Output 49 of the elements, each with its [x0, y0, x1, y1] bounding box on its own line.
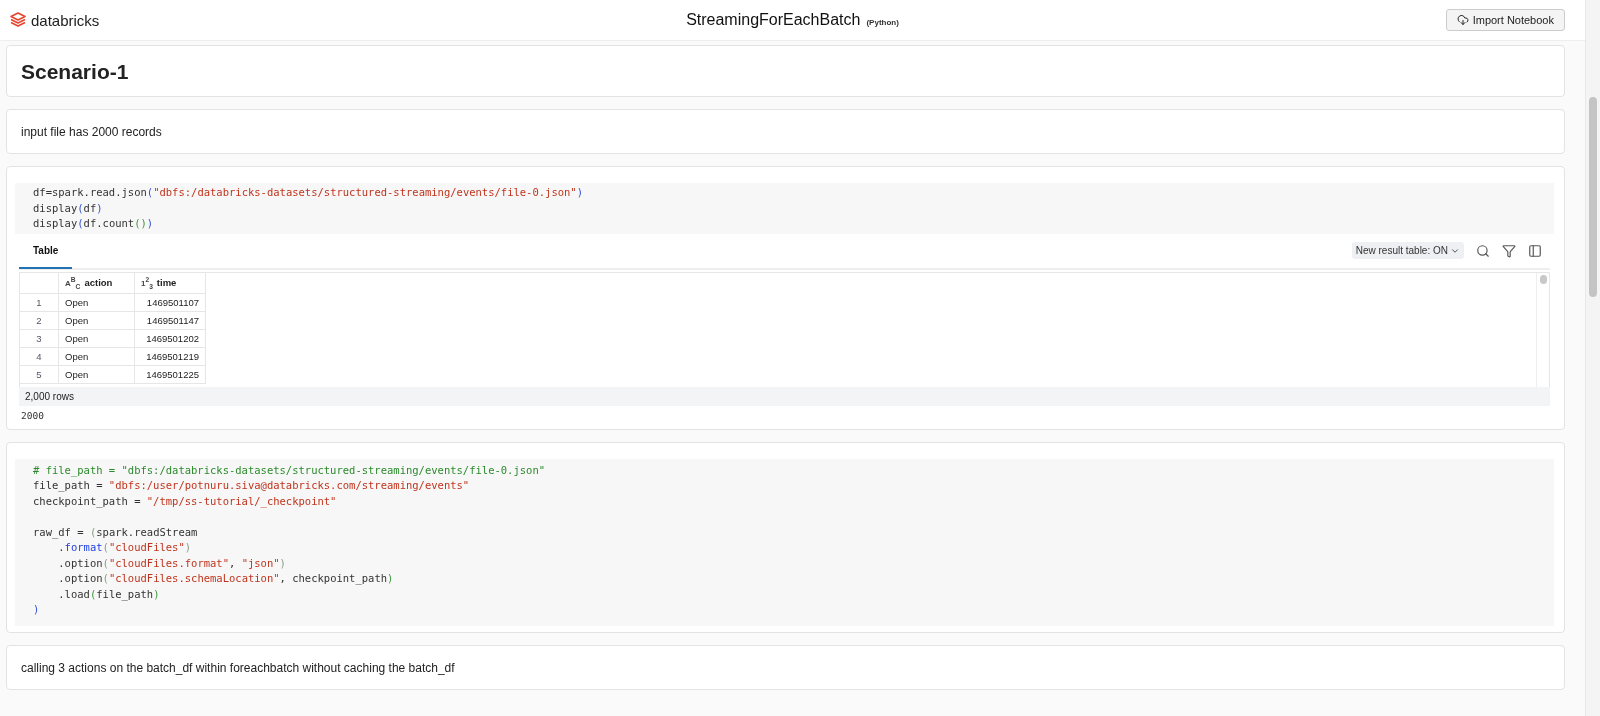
code-line: ): [32, 602, 41, 617]
panel-icon[interactable]: [1528, 243, 1542, 258]
notebook-title: StreamingForEachBatch: [686, 11, 861, 29]
result-table-toggle[interactable]: New result table: ON: [1351, 242, 1464, 259]
column-name: action: [84, 276, 113, 288]
code-line: raw_df = (spark.readStream: [32, 524, 199, 540]
cloud-download-icon: [1456, 14, 1469, 26]
column-header[interactable]: A$^{B}$$_{C}$ action: [58, 272, 135, 293]
cell-text: calling 3 actions on the batch_df within foreachbatch without caching the batch_df: [20, 659, 456, 677]
code-line: df=spark.read.json("dbfs:/databricks-datasets/structured-streaming/events/file-0.json"): [32, 185, 584, 200]
code-line: .format("cloudFiles"): [57, 540, 193, 555]
row-number: 4: [20, 347, 59, 365]
result-value: 2000: [20, 408, 45, 423]
scrollbar-thumb[interactable]: [1589, 97, 1597, 297]
row-number: 1: [20, 293, 59, 311]
code-line: display(df): [32, 200, 104, 216]
table-cell: Open: [58, 329, 135, 347]
code-line: display(df.count()): [32, 216, 155, 231]
import-notebook-button[interactable]: Import Notebook: [1445, 9, 1565, 31]
code-line: .option("cloudFiles.format", "json"): [57, 555, 287, 571]
table-cell: 1469501147: [134, 311, 206, 329]
row-number: 5: [20, 365, 59, 383]
cell-heading: Scenario-1: [20, 59, 130, 85]
code-line: file_path = "dbfs:/user/potnuru.siva@databricks.com/streaming/events": [32, 478, 471, 494]
logo-icon: [10, 12, 26, 28]
search-icon[interactable]: [1476, 243, 1490, 258]
language-label: (Python): [866, 18, 899, 27]
row-number: 2: [20, 311, 59, 329]
row-count: 2,000 rows: [19, 386, 1550, 406]
table-cell: Open: [58, 293, 135, 311]
result-tab[interactable]: Table: [19, 234, 73, 269]
row-number: 3: [20, 329, 59, 347]
column-name: time: [156, 276, 177, 288]
table-cell: Open: [58, 311, 135, 329]
code-line: # file_path = "dbfs:/databricks-datasets/structured-streaming/events/file-0.json": [32, 462, 547, 478]
code-line: .load(file_path): [57, 586, 161, 602]
table-cell: Open: [58, 347, 135, 365]
column-header[interactable]: 1$^{2}$$_{3}$ time: [134, 272, 206, 293]
scrollbar-thumb[interactable]: [1539, 274, 1547, 284]
table-cell: 1469501219: [134, 347, 206, 365]
table-cell: Open: [58, 365, 135, 383]
table-cell: 1469501202: [134, 329, 206, 347]
code-line: .option("cloudFiles.schemaLocation", checkpoint_path): [57, 571, 395, 587]
cell-text: input file has 2000 records: [20, 124, 163, 141]
logo-text: databricks: [31, 11, 100, 29]
table-cell: 1469501107: [134, 293, 206, 311]
code-line: checkpoint_path = "/tmp/ss-tutorial/_checkpoint": [32, 493, 338, 509]
table-cell: 1469501225: [134, 365, 206, 383]
filter-icon[interactable]: [1502, 243, 1516, 258]
